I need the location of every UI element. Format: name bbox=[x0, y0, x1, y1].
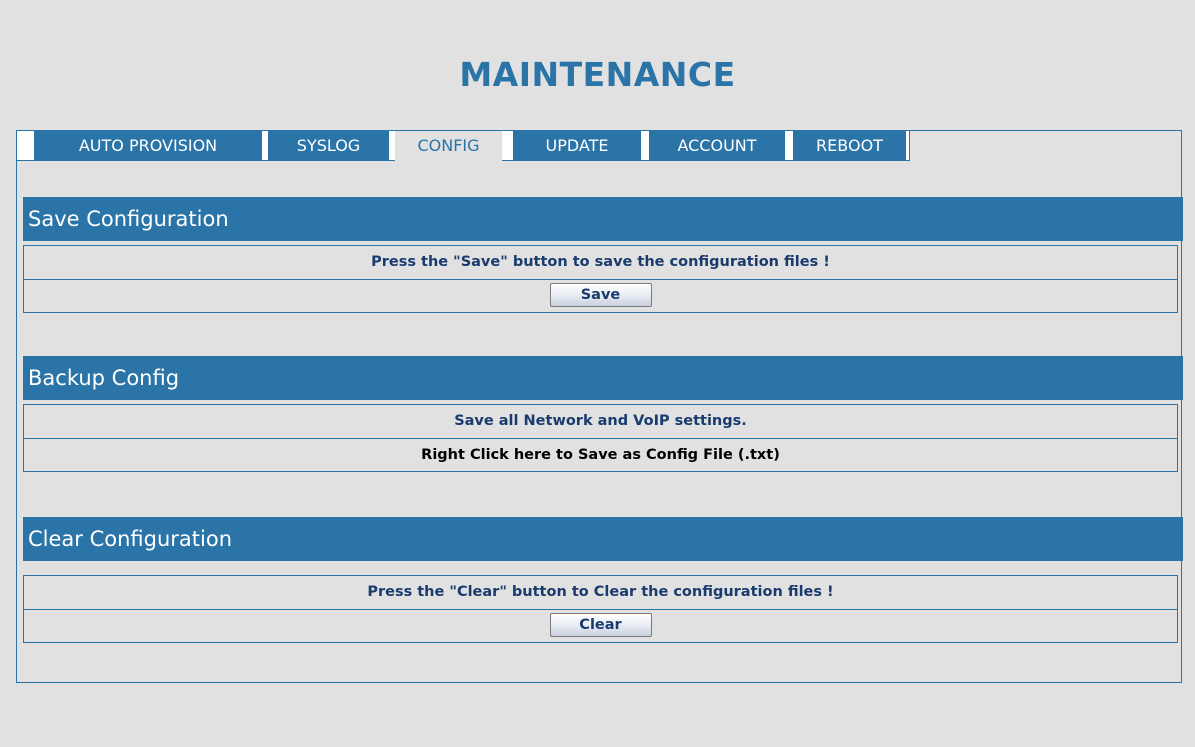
save-button-row: Save bbox=[24, 279, 1177, 312]
tab-reboot[interactable]: REBOOT bbox=[793, 131, 906, 160]
clear-instructions: Press the "Clear" button to Clear the co… bbox=[367, 584, 834, 600]
tab-account[interactable]: ACCOUNT bbox=[649, 131, 785, 160]
backup-config-box: Save all Network and VoIP settings. Righ… bbox=[23, 404, 1178, 472]
save-instructions: Press the "Save" button to save the conf… bbox=[371, 254, 830, 270]
save-configuration-box: Press the "Save" button to save the conf… bbox=[23, 245, 1178, 313]
clear-button-row: Clear bbox=[24, 609, 1177, 642]
clear-configuration-header: Clear Configuration bbox=[23, 517, 1183, 561]
tab-bar: AUTO PROVISION SYSLOG CONFIG UPDATE ACCO… bbox=[17, 131, 910, 161]
save-config-file-link[interactable]: Right Click here to Save as Config File … bbox=[24, 438, 1177, 471]
clear-button[interactable]: Clear bbox=[549, 613, 652, 637]
tab-update[interactable]: UPDATE bbox=[513, 131, 641, 160]
clear-configuration-box: Press the "Clear" button to Clear the co… bbox=[23, 575, 1178, 643]
backup-description: Save all Network and VoIP settings. bbox=[454, 413, 747, 429]
tab-auto-provision[interactable]: AUTO PROVISION bbox=[34, 131, 262, 160]
backup-config-header: Backup Config bbox=[23, 356, 1183, 400]
maintenance-panel: AUTO PROVISION SYSLOG CONFIG UPDATE ACCO… bbox=[16, 130, 1183, 683]
tab-syslog[interactable]: SYSLOG bbox=[268, 131, 389, 160]
save-button[interactable]: Save bbox=[549, 283, 652, 307]
save-configuration-header: Save Configuration bbox=[23, 197, 1183, 241]
page-title: MAINTENANCE bbox=[459, 55, 736, 94]
tab-config[interactable]: CONFIG bbox=[395, 131, 502, 161]
